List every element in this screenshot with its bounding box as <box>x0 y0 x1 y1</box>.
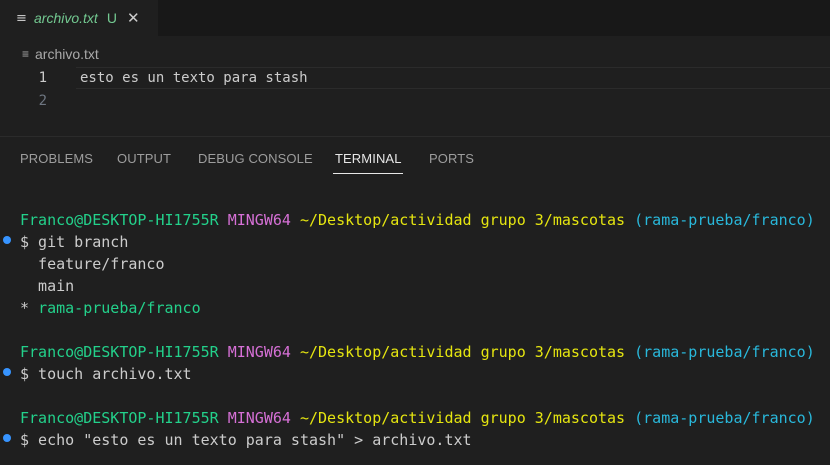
prompt-path: ~/Desktop/actividad grupo 3/mascotas <box>299 409 626 427</box>
command-decoration-icon[interactable] <box>3 434 11 442</box>
prompt-branch: (rama-prueba/franco) <box>634 211 815 229</box>
tab-terminal[interactable]: TERMINAL <box>335 151 402 166</box>
prompt-env: MINGW64 <box>227 343 291 361</box>
prompt-branch: (rama-prueba/franco) <box>634 343 815 361</box>
terminal-output-line: feature/franco <box>20 255 165 273</box>
breadcrumb-file[interactable]: archivo.txt <box>35 46 99 62</box>
prompt-user: Franco@DESKTOP-HI1755R <box>20 343 219 361</box>
bottom-panel: PROBLEMS OUTPUT DEBUG CONSOLE TERMINAL P… <box>0 136 830 465</box>
lines-file-icon: ≡ <box>16 10 27 26</box>
terminal-command: $ git branch <box>20 233 129 251</box>
tab-label: archivo.txt <box>34 10 98 26</box>
editor-tab-archivo[interactable]: ≡ archivo.txt U ✕ <box>0 0 158 36</box>
prompt-path: ~/Desktop/actividad grupo 3/mascotas <box>299 343 626 361</box>
terminal-prompt: Franco@DESKTOP-HI1755R MINGW64 ~/Desktop… <box>20 341 815 363</box>
terminal-prompt: Franco@DESKTOP-HI1755R MINGW64 ~/Desktop… <box>20 407 815 429</box>
breadcrumb: ≡ archivo.txt <box>22 44 99 64</box>
lines-file-icon: ≡ <box>22 47 30 61</box>
terminal-output-line: * rama-prueba/franco <box>20 297 201 319</box>
line-text[interactable]: esto es un texto para stash <box>80 69 308 87</box>
panel-tab-bar: PROBLEMS OUTPUT DEBUG CONSOLE TERMINAL P… <box>0 137 830 181</box>
terminal-command: $ echo "esto es un texto para stash" > a… <box>20 431 472 449</box>
prompt-branch: (rama-prueba/franco) <box>634 409 815 427</box>
command-decoration-icon[interactable] <box>3 368 11 376</box>
prompt-user: Franco@DESKTOP-HI1755R <box>20 409 219 427</box>
prompt-path: ~/Desktop/actividad grupo 3/mascotas <box>299 211 626 229</box>
terminal-prompt: Franco@DESKTOP-HI1755R MINGW64 ~/Desktop… <box>20 209 815 231</box>
prompt-user: Franco@DESKTOP-HI1755R <box>20 211 219 229</box>
command-decoration-icon[interactable] <box>3 236 11 244</box>
current-branch-name: rama-prueba/franco <box>38 299 201 317</box>
untracked-badge: U <box>106 10 117 26</box>
prompt-env: MINGW64 <box>227 409 291 427</box>
tab-output[interactable]: OUTPUT <box>117 151 171 166</box>
editor-line[interactable]: 1 esto es un texto para stash <box>0 67 830 89</box>
code-editor[interactable]: 1 esto es un texto para stash 2 <box>0 66 830 114</box>
terminal-output-line: main <box>20 277 75 295</box>
active-tab-indicator <box>333 173 403 174</box>
editor-line[interactable]: 2 <box>0 90 830 112</box>
line-number: 1 <box>38 70 47 86</box>
tab-problems[interactable]: PROBLEMS <box>20 151 93 166</box>
tab-ports[interactable]: PORTS <box>429 151 474 166</box>
prompt-env: MINGW64 <box>227 211 291 229</box>
terminal-command: $ touch archivo.txt <box>20 365 192 383</box>
line-number: 2 <box>38 93 47 109</box>
current-branch-marker: * <box>20 299 39 317</box>
tab-debug-console[interactable]: DEBUG CONSOLE <box>198 151 313 166</box>
close-icon[interactable]: ✕ <box>127 9 140 27</box>
editor-tab-bar: ≡ archivo.txt U ✕ <box>0 0 830 36</box>
